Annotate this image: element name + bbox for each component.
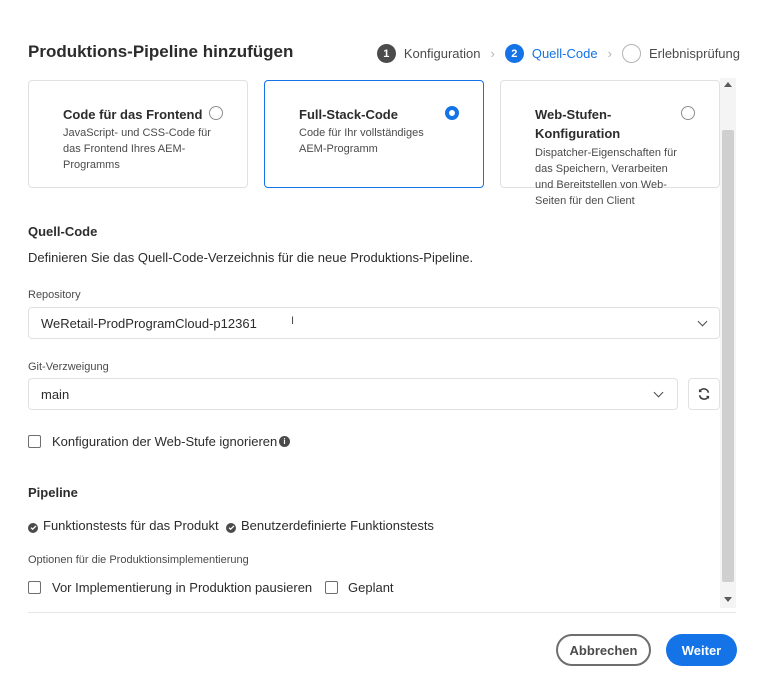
git-branch-label: Git-Verzweigung: [28, 361, 109, 373]
radio-frontend-code[interactable]: [209, 106, 223, 120]
card-description: Dispatcher-Eigenschaften für das Speiche…: [535, 147, 677, 207]
cancel-button[interactable]: Abbrechen: [556, 634, 651, 666]
test-custom-functional: Benutzerdefinierte Funktionstests: [226, 518, 434, 533]
repository-label: Repository: [28, 289, 81, 301]
step-source-code: 2 Quell-Code: [504, 44, 598, 63]
radio-web-tier-config[interactable]: [681, 106, 695, 120]
card-title: Web-Stufen-Konfiguration: [535, 107, 621, 141]
test-label: Funktionstests für das Produkt: [43, 518, 219, 533]
pipeline-heading: Pipeline: [28, 485, 78, 500]
step-label-configuration: Konfiguration: [403, 46, 481, 61]
repository-value: WeRetail-ProdProgramCloud-p12361: [41, 316, 257, 331]
deploy-options-label: Optionen für die Produktionsimplementier…: [28, 554, 249, 566]
chevron-down-icon: [653, 387, 664, 398]
pause-before-production-checkbox[interactable]: [28, 581, 41, 594]
refresh-branches-button[interactable]: [688, 378, 720, 410]
git-branch-value: main: [41, 387, 70, 402]
refresh-icon: [698, 388, 710, 400]
card-full-stack-code[interactable]: Full-Stack-Code Code für Ihr vollständig…: [264, 80, 484, 188]
test-functional-product: Funktionstests für das Produkt: [28, 518, 219, 533]
test-label: Benutzerdefinierte Funktionstests: [241, 518, 434, 533]
step-label-source-code: Quell-Code: [531, 46, 598, 61]
checkmark-icon: [226, 522, 236, 533]
card-title: Full-Stack-Code: [299, 107, 398, 122]
text-cursor-icon: I: [291, 315, 295, 327]
step-number-1: 1: [376, 44, 396, 63]
card-web-tier-config[interactable]: Web-Stufen-Konfiguration Dispatcher-Eige…: [500, 80, 720, 207]
source-code-description: Definieren Sie das Quell-Code-Verzeichni…: [28, 250, 474, 265]
step-number-2: 2: [504, 44, 524, 63]
step-label-experience-audit: Erlebnisprüfung: [648, 46, 740, 61]
vertical-scrollbar[interactable]: [720, 78, 736, 608]
dialog-content: Code für das Frontend JavaScript- und CS…: [28, 78, 736, 608]
radio-full-stack-code[interactable]: [445, 106, 459, 120]
card-description: Code für Ihr vollständiges AEM-Programm: [299, 127, 424, 155]
ignore-web-tier-label: Konfiguration der Web-Stufe ignorieren: [52, 434, 278, 449]
checkmark-icon: [28, 522, 38, 533]
footer-divider: [28, 612, 736, 613]
card-description: JavaScript- und CSS-Code für das Fronten…: [63, 127, 211, 171]
scheduled-checkbox[interactable]: [325, 581, 338, 594]
dialog-title: Produktions-Pipeline hinzufügen: [28, 42, 294, 61]
info-icon[interactable]: i: [279, 436, 290, 447]
chevron-down-icon: [697, 316, 708, 327]
step-pending-circle: [621, 44, 641, 63]
pause-before-production-label: Vor Implementierung in Produktion pausie…: [52, 580, 313, 595]
next-button[interactable]: Weiter: [666, 634, 737, 666]
scroll-up-icon[interactable]: [724, 82, 732, 87]
repository-select[interactable]: WeRetail-ProdProgramCloud-p12361 I: [28, 307, 720, 339]
chevron-right-icon: ›: [490, 46, 495, 61]
source-code-heading: Quell-Code: [28, 224, 98, 239]
ignore-web-tier-checkbox[interactable]: [28, 435, 41, 448]
stepper: 1 Konfiguration › 2 Quell-Code › Erlebni…: [376, 44, 740, 63]
card-title: Code für das Frontend: [63, 107, 203, 122]
chevron-right-icon: ›: [607, 46, 612, 61]
scroll-down-icon[interactable]: [724, 597, 732, 602]
card-frontend-code[interactable]: Code für das Frontend JavaScript- und CS…: [28, 80, 248, 188]
git-branch-select[interactable]: main: [28, 378, 678, 410]
scrollbar-thumb[interactable]: [722, 130, 734, 582]
step-configuration: 1 Konfiguration: [376, 44, 481, 63]
step-experience-audit: Erlebnisprüfung: [621, 44, 740, 63]
scheduled-label: Geplant: [348, 580, 394, 595]
